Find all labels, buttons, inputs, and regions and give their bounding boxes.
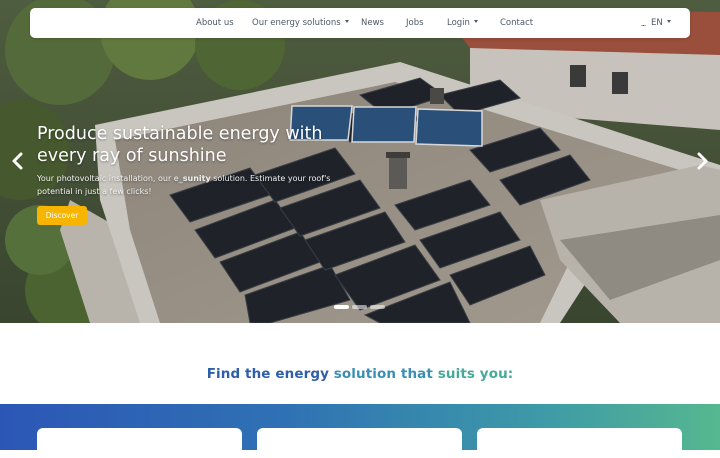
uk-flag-icon [639,17,648,26]
nav-jobs-label: Jobs [406,18,424,28]
nav-news[interactable]: News [361,8,384,38]
hero-title: Produce sustainable energy with every ra… [37,124,323,166]
nav-contact-label: Contact [500,18,534,28]
main-navbar: About us Our energy solutions News Jobs … [30,8,690,38]
nav-energy-solutions-label: Our energy solutions [252,18,341,28]
nav-about-us[interactable]: About us [196,8,234,38]
solutions-heading-part3: suits you: [437,366,514,382]
nav-news-label: News [361,18,384,28]
language-label: EN [651,18,663,28]
carousel-indicator-1[interactable] [334,305,349,309]
chevron-right-icon[interactable] [692,150,712,172]
hero-description-brand: sunity [182,174,211,183]
nav-contact[interactable]: Contact [500,8,533,38]
caret-down-icon [344,20,349,23]
solution-card-3[interactable] [477,428,682,458]
solutions-heading-part1: Find the energy [206,366,334,382]
solutions-heading-part2: solution that [333,366,438,382]
carousel-indicator-2[interactable] [352,305,367,309]
nav-login-label: Login [447,18,470,28]
caret-down-icon [473,20,478,23]
discover-button[interactable]: Discover [37,206,87,225]
language-selector[interactable]: EN [639,8,671,38]
caret-down-icon [666,20,671,23]
solution-card-2[interactable] [257,428,462,458]
hero-description: Your photovoltaic installation, our e_su… [37,172,337,198]
solutions-heading: Find the energy solution that suits you: [0,366,720,382]
carousel-indicator-3[interactable] [370,305,385,309]
nav-energy-solutions[interactable]: Our energy solutions [252,8,349,38]
hero-description-pre: Your photovoltaic installation, our e_ [37,174,183,183]
chevron-left-icon[interactable] [8,150,28,172]
nav-about-us-label: About us [196,18,234,28]
solution-card-1[interactable] [37,428,242,458]
nav-jobs[interactable]: Jobs [406,8,424,38]
nav-login[interactable]: Login [447,8,478,38]
